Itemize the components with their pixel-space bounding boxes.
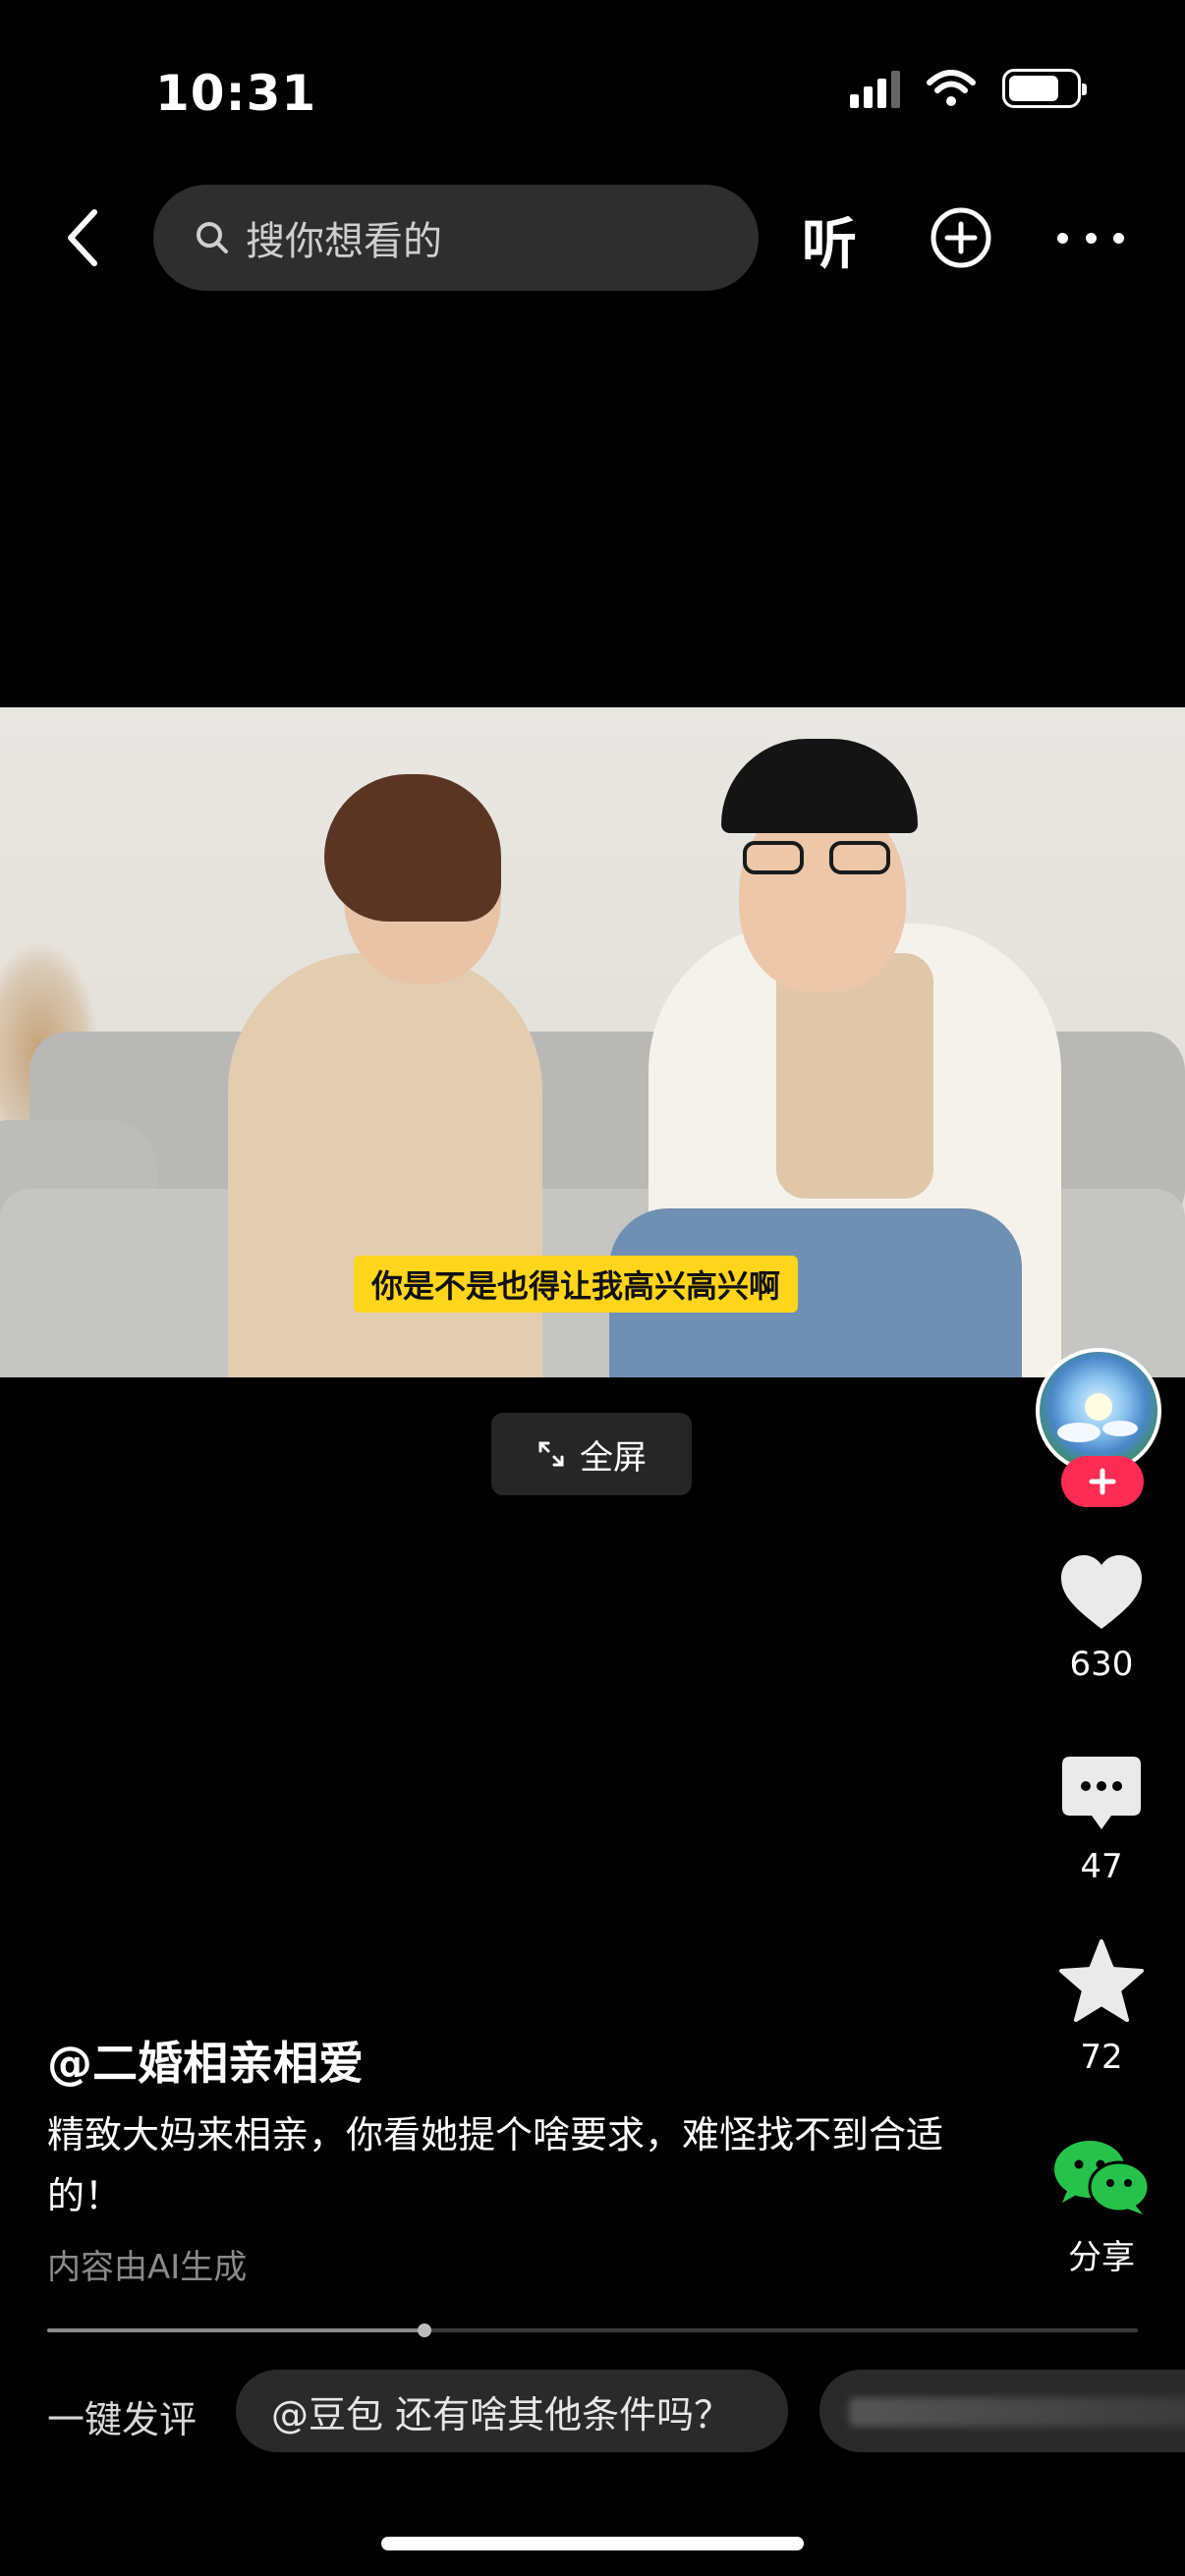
comment-icon — [1062, 1757, 1141, 1829]
fullscreen-label: 全屏 — [580, 1437, 647, 1478]
comment-button[interactable]: 47 — [1036, 1755, 1167, 1886]
avatar[interactable] — [1036, 1348, 1161, 1474]
home-indicator — [381, 2537, 804, 2550]
favorite-count: 72 — [1080, 2038, 1123, 2077]
share-label: 分享 — [1068, 2238, 1135, 2277]
search-input[interactable]: 搜你想看的 — [153, 185, 759, 291]
plus-icon — [1089, 1468, 1116, 1495]
search-placeholder: 搜你想看的 — [246, 219, 442, 264]
star-icon — [1059, 1939, 1144, 2022]
video-progress-bar[interactable] — [47, 2324, 1138, 2337]
status-icons — [850, 69, 1087, 108]
more-button[interactable] — [1057, 210, 1124, 265]
wifi-icon — [927, 70, 976, 106]
quick-comment-chip-blurred[interactable] — [819, 2370, 1185, 2452]
ai-generated-note: 内容由AI生成 — [47, 2248, 248, 2287]
cellular-signal-icon — [850, 69, 900, 108]
post-description: 精致大妈来相亲，你看她提个啥要求，难怪找不到合适的！ — [47, 2113, 944, 2217]
chevron-left-icon — [68, 209, 97, 266]
progress-fill — [47, 2328, 425, 2332]
woman-hair — [324, 774, 501, 922]
more-dot-icon — [1057, 232, 1068, 244]
like-count: 630 — [1069, 1645, 1134, 1684]
back-button[interactable] — [53, 206, 112, 269]
heart-icon — [1061, 1555, 1142, 1629]
quick-comment-chip[interactable]: @豆包 还有啥其他条件吗？ — [236, 2370, 788, 2452]
quick-comment-label: 一键发评 — [47, 2398, 198, 2441]
more-dot-icon — [1113, 232, 1124, 244]
author-name[interactable]: @二婚相亲相爱 — [47, 2028, 364, 2093]
search-icon — [193, 218, 232, 257]
more-dot-icon — [1085, 232, 1097, 244]
video-player[interactable]: 你是不是也得让我高兴高兴啊 — [0, 707, 1185, 1377]
author-avatar-group — [1036, 1348, 1167, 1507]
man-cap — [721, 739, 918, 833]
wechat-icon — [1054, 2141, 1151, 2214]
man-glasses — [743, 841, 890, 874]
top-nav: 搜你想看的 听 — [0, 183, 1185, 293]
battery-level — [1009, 76, 1058, 101]
favorite-button[interactable]: 72 — [1036, 1939, 1167, 2077]
expand-icon — [538, 1441, 564, 1467]
video-subtitle: 你是不是也得让我高兴高兴啊 — [354, 1256, 799, 1313]
progress-knob[interactable] — [418, 2324, 432, 2337]
comment-count: 47 — [1080, 1847, 1123, 1886]
listen-button[interactable]: 听 — [802, 200, 857, 280]
video-screen: 10:31 搜你想看的 听 你是不是也得让我高兴高兴啊 全屏 630 47 72… — [0, 0, 1185, 2576]
plus-circle-icon — [931, 207, 991, 268]
like-button[interactable]: 630 — [1036, 1554, 1167, 1684]
battery-icon — [1002, 69, 1087, 108]
follow-button[interactable] — [1061, 1456, 1144, 1507]
add-button[interactable] — [930, 206, 992, 269]
share-button[interactable]: 分享 — [1036, 2138, 1167, 2278]
fullscreen-button[interactable]: 全屏 — [491, 1413, 692, 1495]
sky-avatar-image — [1057, 1393, 1138, 1442]
woman-figure — [228, 953, 542, 1377]
status-time: 10:31 — [155, 65, 317, 122]
